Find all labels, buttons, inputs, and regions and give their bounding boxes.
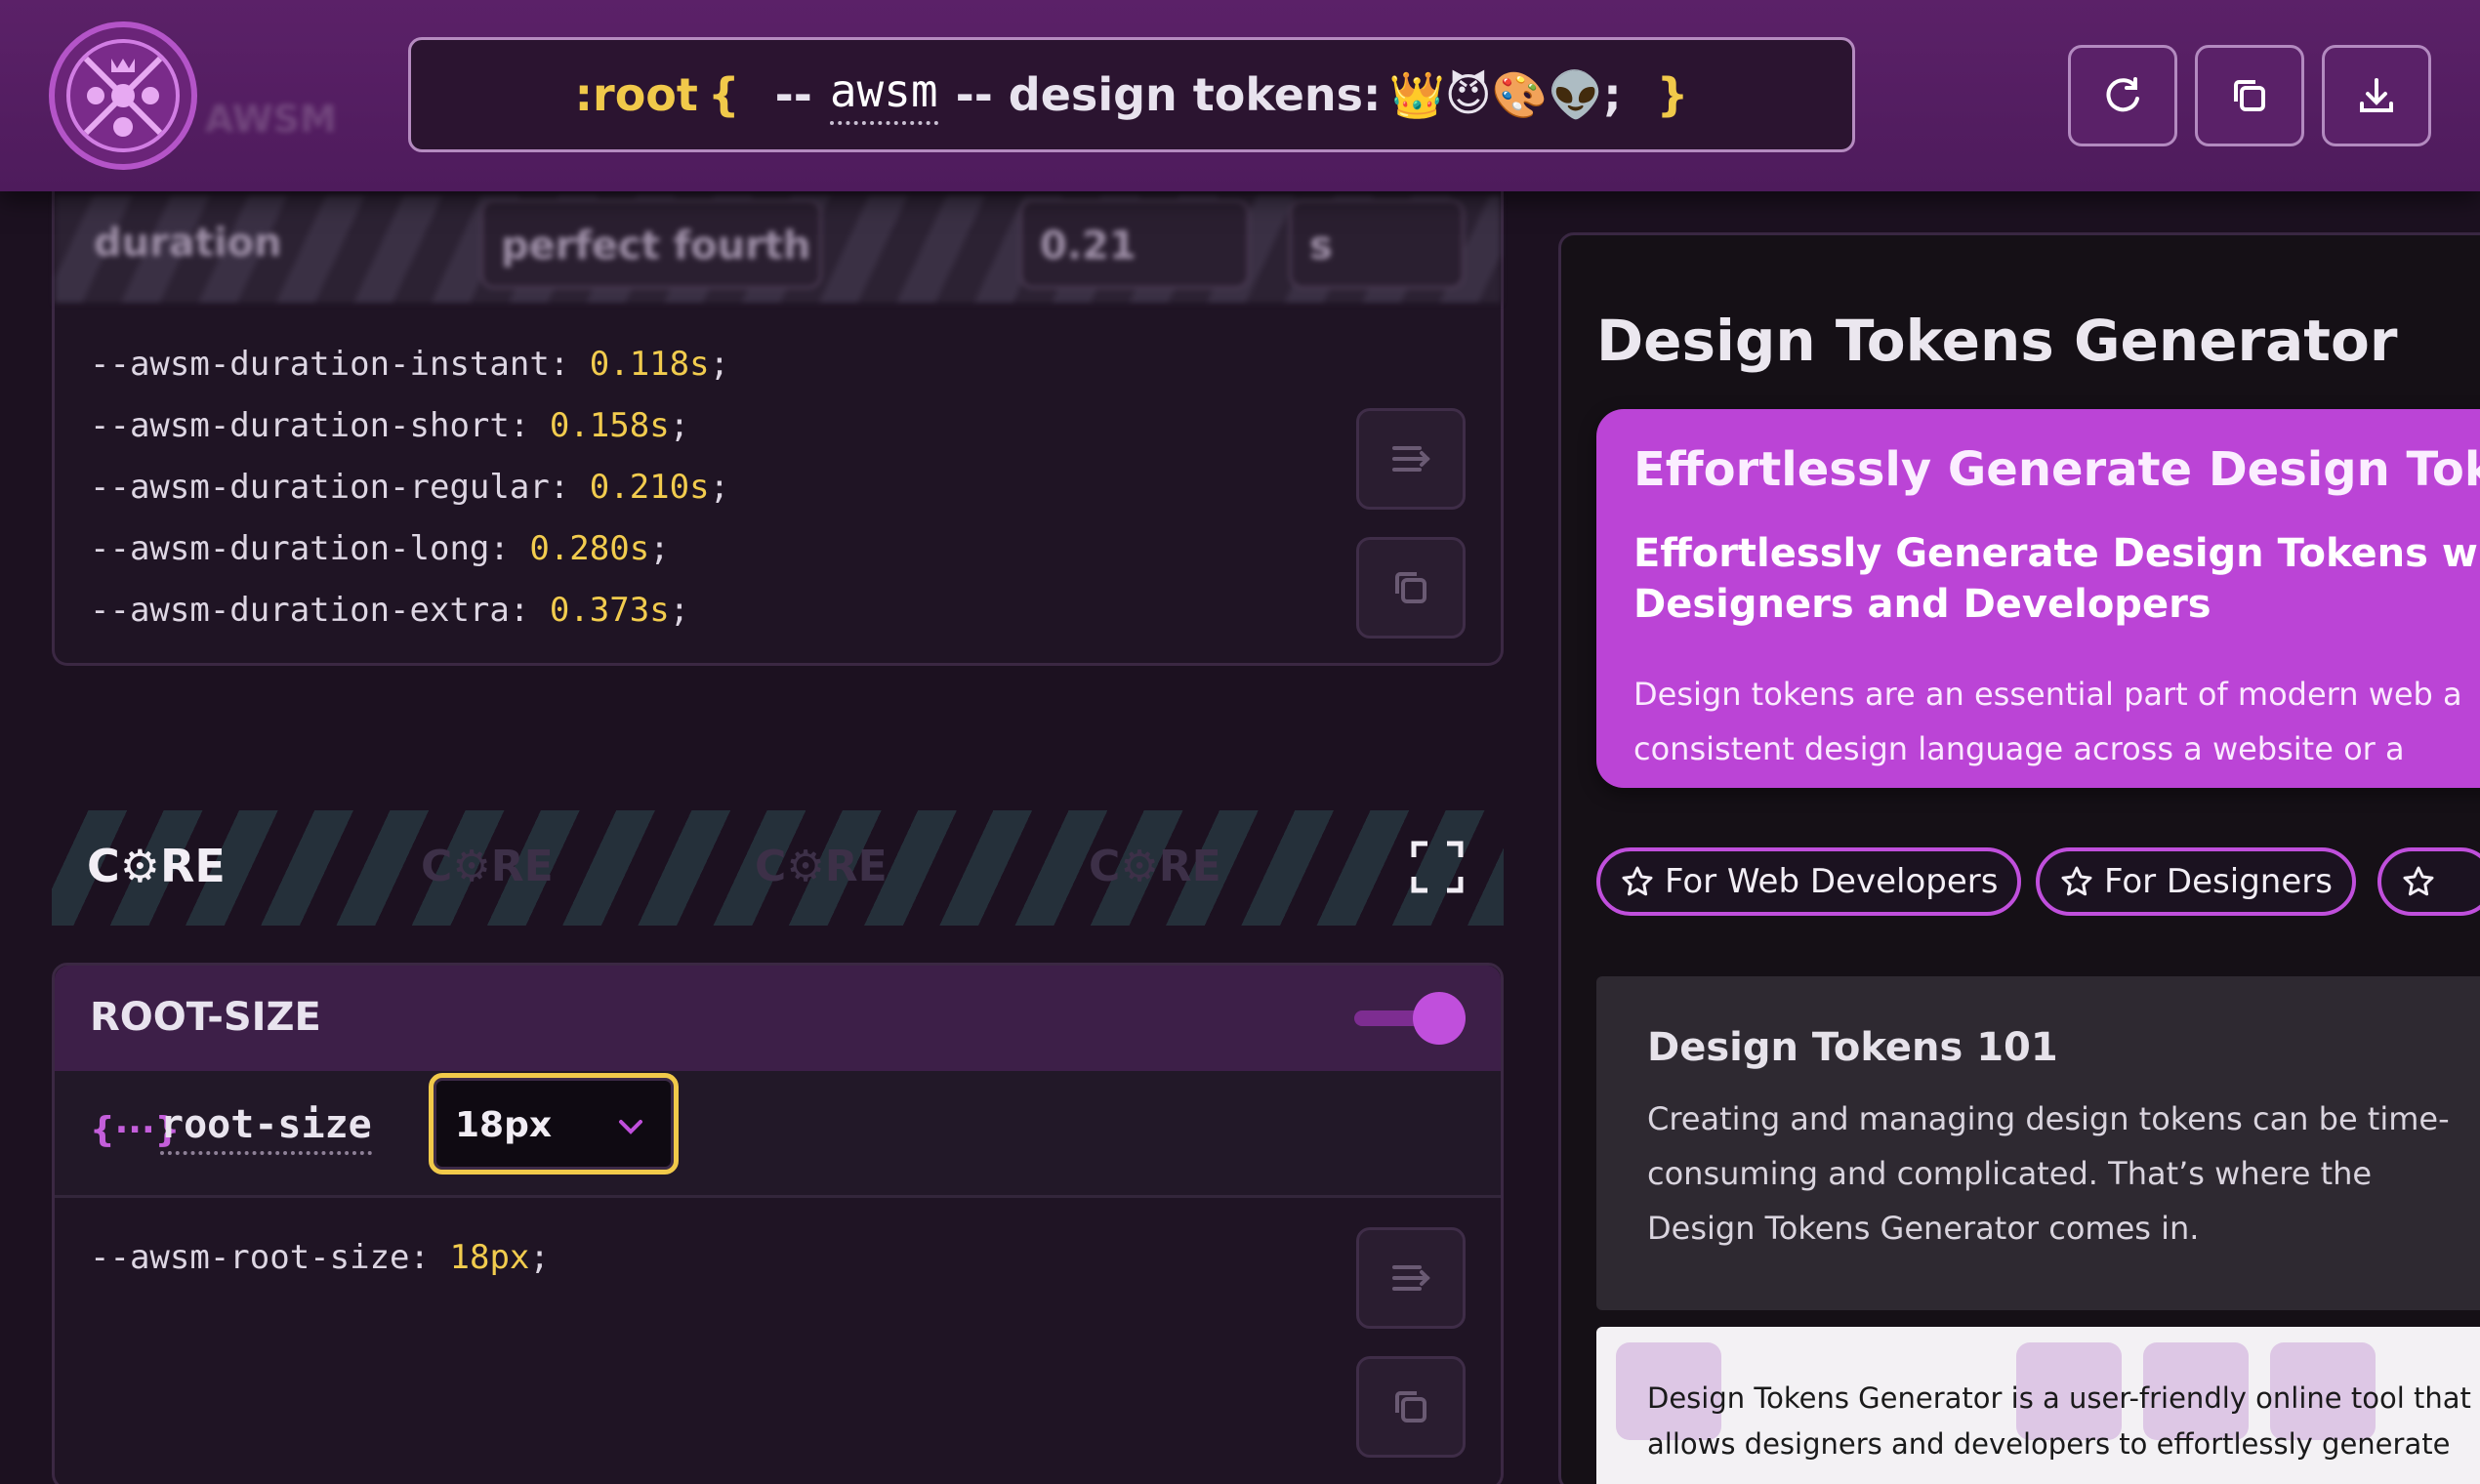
card-title: Design Tokens 101 <box>1647 1025 2058 1070</box>
root-size-controls: {···} root-size 18px <box>55 1071 1501 1198</box>
download-icon <box>2360 78 2393 112</box>
scale-select[interactable]: perfect fourth <box>480 199 822 289</box>
wrap-lines-icon <box>1392 446 1430 472</box>
light-card-body: Design Tokens Generator is a user-friend… <box>1647 1381 2471 1461</box>
logo-ghost-text: AWSM <box>205 98 337 141</box>
core-ghost-text: C⚙RE <box>755 842 888 891</box>
emoji-list: 👑😈🎨👽; <box>1388 67 1622 121</box>
hero-card: Effortlessly Generate Design Toke Effort… <box>1596 409 2480 788</box>
root-size-selected-value: 18px <box>455 1105 553 1145</box>
logo-emblem-icon <box>66 39 180 152</box>
chip-web-developers[interactable]: For Web Developers <box>1596 847 2022 916</box>
core-ghost-text: C⚙RE <box>421 842 554 891</box>
copy-all-button[interactable] <box>2195 45 2304 146</box>
duration-value: 0.21 <box>1040 224 1137 268</box>
root-selector: :root <box>574 68 698 121</box>
wrap-lines-icon <box>1392 1265 1430 1291</box>
wrap-lines-button[interactable] <box>1356 408 1466 510</box>
root-size-panel: ROOT-SIZE {···} root-size 18px --awsm-ro… <box>52 963 1504 1484</box>
star-icon <box>2061 866 2092 896</box>
root-size-title: ROOT-SIZE <box>90 995 321 1040</box>
code-line: --awsm-duration-regular: 0.210s; <box>90 468 730 507</box>
chip-designers[interactable]: For Designers <box>2036 847 2356 916</box>
wrap-lines-button[interactable] <box>1356 1227 1466 1329</box>
code-line: --awsm-duration-short: 0.158s; <box>90 406 690 445</box>
copy-icon <box>1395 1391 1426 1422</box>
awsm-logo[interactable] <box>49 21 197 170</box>
duration-controls-blurred: duration perfect fourth 0.21 s <box>55 195 1501 303</box>
star-icon <box>1622 866 1653 896</box>
root-size-header: ROOT-SIZE <box>55 966 1501 1071</box>
download-button[interactable] <box>2322 45 2431 146</box>
fullscreen-icon[interactable] <box>1410 840 1465 894</box>
hero-subheading: Effortlessly Generate Design Tokens wit … <box>1633 531 2480 627</box>
copy-icon <box>2234 80 2265 111</box>
scale-value: perfect fourth <box>501 224 811 268</box>
code-line: --awsm-root-size: 18px; <box>90 1238 550 1277</box>
duration-panel: duration perfect fourth 0.21 s --awsm-du… <box>52 156 1504 666</box>
copy-icon <box>1395 572 1426 603</box>
code-line: --awsm-duration-extra: 0.373s; <box>90 591 690 630</box>
root-size-label: root-size <box>160 1102 372 1155</box>
duration-code-output: --awsm-duration-instant: 0.118s; --awsm-… <box>90 334 729 641</box>
info-sidebar: Design Tokens Generator Effortlessly Gen… <box>1558 232 2480 1484</box>
toggle-knob <box>1413 992 1466 1045</box>
open-brace: { <box>707 68 740 121</box>
token-prefix-bar: :root { -- awsm -- design tokens: 👑😈🎨👽; … <box>408 37 1855 152</box>
core-ghost-text: C⚙RE <box>1089 842 1221 891</box>
refresh-icon <box>2106 77 2139 112</box>
design-tokens-101-card: Design Tokens 101 Creating and managing … <box>1596 976 2480 1310</box>
app-header: AWSM :root { -- awsm -- design tokens: 👑… <box>0 0 2480 191</box>
chip-label: For Designers <box>2104 862 2333 901</box>
star-icon <box>2403 866 2434 896</box>
refresh-button[interactable] <box>2068 45 2177 146</box>
hero-body: Design tokens are an essential part of m… <box>1633 676 2462 767</box>
root-size-toggle[interactable] <box>1354 989 1466 1048</box>
close-brace: } <box>1656 68 1689 121</box>
chevron-down-icon <box>619 1120 642 1134</box>
card-body: Creating and managing design tokens can … <box>1647 1100 2450 1247</box>
copy-code-button[interactable] <box>1356 537 1466 639</box>
duration-value-input[interactable]: 0.21 <box>1019 199 1250 289</box>
unit-select[interactable]: s <box>1289 199 1465 289</box>
code-line: --awsm-duration-instant: 0.118s; <box>90 345 730 384</box>
code-line: --awsm-duration-long: 0.280s; <box>90 529 670 568</box>
hero-heading: Effortlessly Generate Design Toke <box>1633 442 2480 497</box>
root-size-select[interactable]: 18px <box>429 1073 679 1175</box>
unit-value: s <box>1309 224 1333 268</box>
chip-label: For Web Developers <box>1665 862 1999 901</box>
token-suffix: -- design tokens: <box>955 68 1382 121</box>
sidebar-title: Design Tokens Generator <box>1596 308 2398 374</box>
chip-more[interactable] <box>2377 847 2480 916</box>
namespace-input[interactable]: awsm <box>829 64 938 125</box>
core-section-banner: C⚙RE C⚙RE C⚙RE C⚙RE <box>52 810 1504 926</box>
copy-code-button[interactable] <box>1356 1356 1466 1458</box>
core-title: C⚙RE <box>87 840 226 892</box>
root-size-code-output: --awsm-root-size: 18px; <box>90 1227 550 1289</box>
prefix-dashes: -- <box>774 68 812 121</box>
light-info-card: Design Tokens Generator is a user-friend… <box>1596 1327 2480 1484</box>
duration-label: duration <box>94 221 282 266</box>
